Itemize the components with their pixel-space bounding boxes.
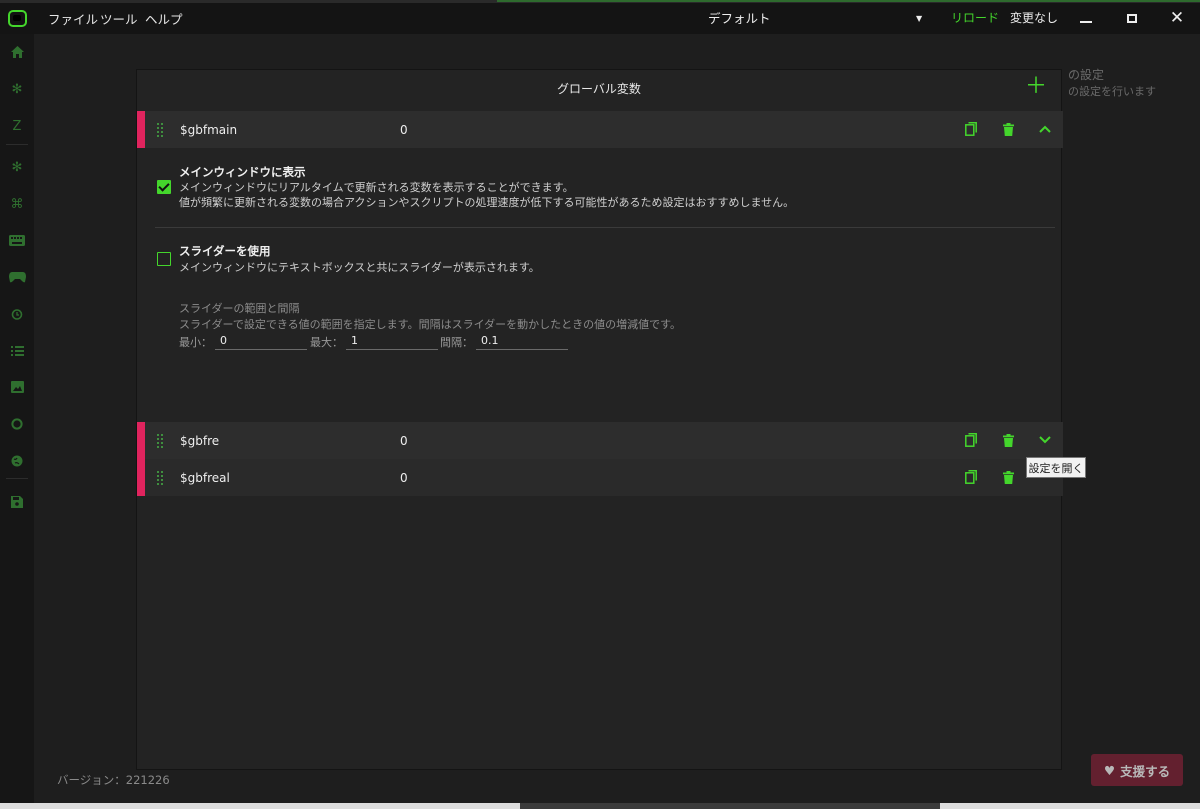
- minimize-button[interactable]: [1071, 3, 1101, 34]
- image-icon[interactable]: [0, 377, 34, 397]
- row-accent: [137, 111, 145, 148]
- chevron-down-icon[interactable]: [1037, 432, 1053, 448]
- sidebar-divider: [6, 144, 28, 145]
- use-slider-checkbox[interactable]: [157, 252, 171, 266]
- background-settings-title: の設定: [1068, 68, 1105, 82]
- row-accent: [137, 422, 145, 459]
- chevron-up-icon[interactable]: [1037, 121, 1053, 137]
- variable-row[interactable]: $gbfre 0: [137, 422, 1063, 459]
- keyboard-icon[interactable]: [0, 230, 34, 250]
- show-in-main-warning: 値が頻繁に更新される変数の場合アクションやスクリプトの処理速度が低下する可能性が…: [179, 196, 795, 209]
- open-settings-tooltip: 設定を開く: [1026, 457, 1086, 478]
- taskbar-strip: [0, 803, 1200, 809]
- title-bar: ファイル ツール ヘルプ デフォルト ▼ リロード 変更なし ✕: [0, 3, 1200, 34]
- sidebar-divider: [6, 478, 28, 479]
- support-button[interactable]: ♥ 支援する: [1091, 754, 1183, 786]
- variable-name: $gbfmain: [180, 123, 238, 137]
- background-settings-desc: の設定を行います: [1068, 85, 1156, 98]
- step-field[interactable]: 0.1: [476, 334, 568, 350]
- copy-icon[interactable]: [963, 121, 979, 137]
- alarm-icon[interactable]: [0, 304, 34, 324]
- chevron-down-icon[interactable]: ▼: [916, 3, 922, 34]
- trash-icon[interactable]: [1000, 432, 1016, 448]
- show-in-main-checkbox[interactable]: [157, 180, 171, 194]
- variable-row[interactable]: $gbfreal 0: [137, 459, 1063, 496]
- minimize-icon: [1080, 20, 1092, 23]
- sidebar: ✻ Z ✻ ⌘: [0, 34, 34, 809]
- heart-icon: ♥: [1103, 762, 1116, 778]
- drag-handle-icon[interactable]: [157, 434, 163, 448]
- maximize-icon: [1127, 14, 1137, 23]
- app-logo-icon: [8, 10, 27, 27]
- variable-value[interactable]: 0: [400, 434, 408, 448]
- step-label: 間隔：: [440, 336, 473, 349]
- variable-value[interactable]: 0: [400, 123, 408, 137]
- list-icon[interactable]: [0, 341, 34, 361]
- copy-icon[interactable]: [963, 432, 979, 448]
- variable-row[interactable]: $gbfmain 0: [137, 111, 1063, 148]
- variable-name: $gbfre: [180, 434, 220, 448]
- save-icon[interactable]: [0, 492, 34, 512]
- global-variables-dialog: グローバル変数 ＋ $gbfmain 0 メインウィンドウに表示 メインウィンド…: [136, 69, 1063, 770]
- row-accent: [137, 459, 145, 496]
- min-label: 最小：: [179, 336, 212, 349]
- command-icon[interactable]: ⌘: [0, 194, 34, 214]
- maximize-button[interactable]: [1117, 3, 1147, 34]
- use-slider-desc: メインウィンドウにテキストボックスと共にスライダーが表示されます。: [179, 261, 540, 274]
- slider-range-title: スライダーの範囲と間隔: [179, 302, 300, 315]
- circle-icon[interactable]: [0, 414, 34, 434]
- reload-button[interactable]: リロード: [951, 3, 999, 34]
- close-icon: ✕: [1169, 8, 1185, 28]
- menu-tools[interactable]: ツール: [100, 3, 138, 34]
- drag-handle-icon[interactable]: [157, 471, 163, 485]
- menu-help[interactable]: ヘルプ: [145, 3, 183, 34]
- max-field[interactable]: 1: [346, 334, 438, 350]
- profile-selector[interactable]: デフォルト: [708, 3, 771, 34]
- min-field[interactable]: 0: [215, 334, 307, 350]
- close-button[interactable]: ✕: [1162, 3, 1192, 34]
- dialog-title: グローバル変数: [557, 82, 641, 96]
- home-icon[interactable]: [0, 42, 34, 62]
- drag-handle-icon[interactable]: [157, 123, 163, 137]
- show-in-main-desc: メインウィンドウにリアルタイムで更新される変数を表示することができます。: [179, 181, 574, 194]
- change-status: 変更なし: [1010, 11, 1059, 25]
- gamepad-icon[interactable]: [0, 267, 34, 287]
- globe-icon[interactable]: [0, 451, 34, 471]
- section-divider: [155, 227, 1055, 228]
- max-label: 最大：: [310, 336, 343, 349]
- slider-range-desc: スライダーで設定できる値の範囲を指定します。間隔はスライダーを動かしたときの値の…: [179, 318, 682, 331]
- gear-icon[interactable]: ✻: [0, 79, 34, 99]
- copy-icon[interactable]: [963, 469, 979, 485]
- trash-icon[interactable]: [1000, 469, 1016, 485]
- variable-name: $gbfreal: [180, 471, 230, 485]
- z-icon[interactable]: Z: [0, 116, 34, 136]
- add-variable-button[interactable]: ＋: [1025, 76, 1047, 98]
- trash-icon[interactable]: [1000, 121, 1016, 137]
- show-in-main-title: メインウィンドウに表示: [179, 165, 306, 179]
- use-slider-title: スライダーを使用: [179, 244, 271, 258]
- variable-value[interactable]: 0: [400, 471, 408, 485]
- support-button-label: 支援する: [1120, 763, 1171, 779]
- menu-file[interactable]: ファイル: [48, 3, 98, 34]
- settings-icon[interactable]: ✻: [0, 157, 34, 177]
- version-label: バージョン：221226: [57, 773, 170, 787]
